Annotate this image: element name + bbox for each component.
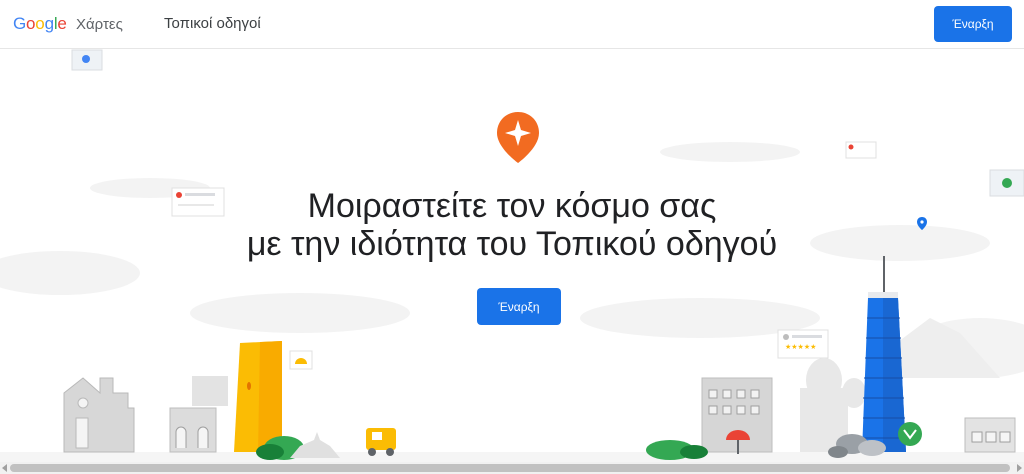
tuk-tuk — [366, 428, 396, 456]
google-logo[interactable]: Google — [13, 14, 67, 34]
rock — [828, 446, 848, 458]
tree — [898, 422, 922, 446]
logo-letter: e — [57, 14, 67, 33]
blue-tower — [862, 256, 906, 452]
hero-start-button[interactable]: Έναρξη — [477, 288, 561, 325]
scrollbar-thumb[interactable] — [10, 464, 1010, 472]
product-name[interactable]: Χάρτες — [76, 16, 123, 33]
rock — [858, 440, 886, 456]
arch-building — [169, 376, 228, 453]
hero-title-line1: Μοιραστείτε τον κόσμο σας — [307, 187, 717, 225]
hero-title: Μοιραστείτε τον κόσμο σας με την ιδιότητ… — [0, 187, 1024, 263]
bush — [256, 444, 284, 460]
logo-letter: o — [35, 14, 45, 33]
nav-local-guides[interactable]: Τοπικοί οδηγοί — [164, 15, 261, 32]
scroll-left-icon[interactable] — [2, 464, 7, 472]
hero-title-line2: με την ιδιότητα του Τοπικού οδηγού — [246, 225, 778, 263]
top-bar: Google Χάρτες Τοπικοί οδηγοί Έναρξη — [0, 0, 1024, 49]
logo-letter: o — [26, 14, 36, 33]
yellow-tower — [234, 341, 282, 452]
scroll-right-icon[interactable] — [1017, 464, 1022, 472]
bush — [680, 445, 708, 459]
svg-text:★★★★★: ★★★★★ — [785, 343, 816, 351]
logo-letter: g — [44, 14, 54, 33]
logo-letter: G — [13, 14, 27, 33]
left-house — [63, 377, 135, 453]
local-guides-pin-icon — [497, 112, 539, 163]
page: Google Χάρτες Τοπικοί οδηγοί Έναρξη ★★★★… — [0, 0, 1024, 474]
header-start-button[interactable]: Έναρξη — [934, 6, 1012, 42]
map-card — [71, 49, 1024, 197]
